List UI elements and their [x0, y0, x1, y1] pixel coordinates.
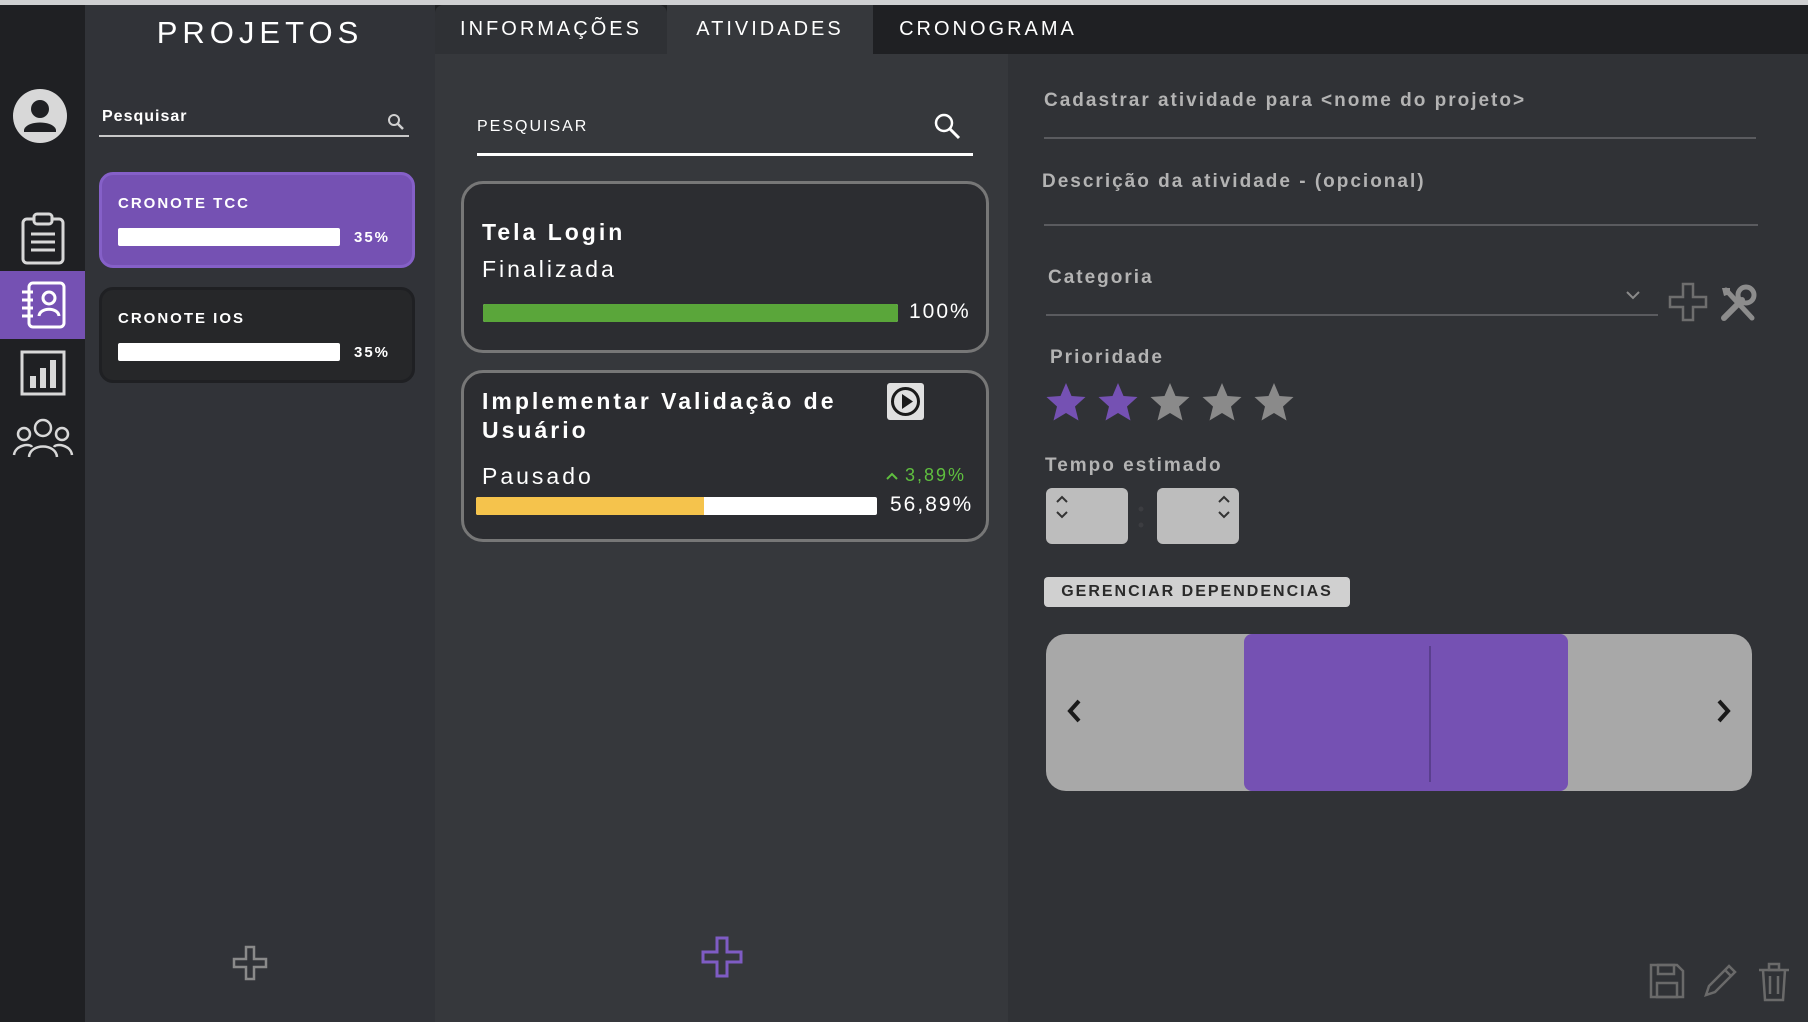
star-icon[interactable] [1096, 381, 1140, 423]
description-label: Descrição da atividade - (opcional) [1042, 171, 1426, 192]
projects-panel: PROJETOS Pesquisar CRONOTE TCC 35% CRONO… [85, 5, 435, 1022]
activity-progress-label: 56,89% [890, 493, 974, 516]
notebook-icon [21, 281, 65, 329]
play-button[interactable] [887, 383, 924, 420]
icon-sidebar [0, 5, 85, 1022]
chevron-left-icon[interactable] [1064, 696, 1084, 726]
edit-icon[interactable] [1701, 962, 1739, 1000]
sidebar-item-notebook[interactable] [0, 271, 85, 339]
priority-label: Prioridade [1050, 347, 1164, 368]
sidebar-item-reports[interactable] [0, 339, 85, 407]
chevron-down-icon[interactable] [1625, 290, 1641, 300]
star-icon[interactable] [1044, 381, 1088, 423]
activity-trend: 3,89% [885, 465, 966, 486]
team-icon [12, 418, 73, 458]
project-name: CRONOTE TCC [118, 195, 250, 212]
chevron-up-icon[interactable] [1055, 494, 1069, 504]
chevron-up-icon[interactable] [1217, 494, 1231, 504]
activity-status: Finalizada [482, 256, 617, 282]
carousel-divider [1429, 646, 1431, 782]
dependencies-carousel [1046, 634, 1752, 791]
activity-card-login[interactable]: Tela Login Finalizada 100% [461, 181, 989, 353]
activity-title: Tela Login [482, 219, 626, 245]
tab-cronograma[interactable]: CRONOGRAMA [873, 5, 1103, 54]
chevron-down-icon[interactable] [1055, 510, 1069, 520]
bar-chart-icon [20, 350, 65, 396]
project-search-placeholder: Pesquisar [102, 108, 188, 125]
add-project-icon[interactable] [232, 945, 268, 981]
priority-rating[interactable] [1044, 381, 1296, 423]
project-progress-bar [118, 228, 340, 246]
project-progress-bar [118, 343, 340, 361]
time-separator [1138, 506, 1144, 528]
sidebar-item-clipboard[interactable] [0, 205, 85, 273]
search-icon[interactable] [933, 112, 961, 140]
description-input[interactable] [1044, 224, 1758, 226]
activity-title-line1: Implementar Validação de [482, 388, 837, 414]
project-card-tcc[interactable]: CRONOTE TCC 35% [99, 172, 415, 268]
trash-icon[interactable] [1756, 962, 1792, 1002]
project-search-input[interactable]: Pesquisar [99, 97, 409, 137]
category-label: Categoria [1048, 267, 1154, 288]
tab-atividades[interactable]: ATIVIDADES [667, 5, 873, 54]
projects-title: PROJETOS [156, 15, 364, 50]
carousel-item[interactable] [1244, 634, 1568, 791]
star-icon[interactable] [1148, 381, 1192, 423]
search-icon[interactable] [387, 113, 405, 131]
clipboard-icon [21, 212, 64, 265]
user-avatar-icon[interactable] [12, 88, 68, 144]
star-icon[interactable] [1200, 381, 1244, 423]
tools-icon[interactable] [1718, 284, 1758, 324]
activity-progress-bar [476, 497, 877, 515]
activity-search-placeholder: PESQUISAR [477, 118, 589, 135]
tab-bar: INFORMAÇÕES ATIVIDADES CRONOGRAMA [435, 5, 1808, 54]
register-activity-label: Cadastrar atividade para <nome do projet… [1044, 90, 1527, 111]
activity-progress-label: 100% [909, 300, 971, 323]
project-name: CRONOTE IOS [118, 310, 246, 327]
activity-form-panel: Cadastrar atividade para <nome do projet… [1008, 54, 1808, 1022]
chevron-up-icon [886, 472, 898, 480]
project-progress-label: 35% [354, 344, 391, 361]
project-progress-label: 35% [354, 229, 391, 246]
add-category-icon[interactable] [1668, 282, 1708, 324]
activity-card-validacao[interactable]: Implementar Validação de Usuário Pausado… [461, 370, 989, 542]
sidebar-item-team[interactable] [0, 405, 85, 473]
chevron-right-icon[interactable] [1714, 696, 1734, 726]
register-activity-input[interactable] [1044, 137, 1756, 139]
category-select[interactable] [1046, 314, 1658, 316]
project-card-ios[interactable]: CRONOTE IOS 35% [99, 287, 415, 383]
tab-informacoes[interactable]: INFORMAÇÕES [435, 5, 667, 54]
activities-panel: PESQUISAR Tela Login Finalizada 100% Imp… [435, 54, 1008, 1022]
activity-title-line2: Usuário [482, 417, 589, 443]
add-activity-icon[interactable] [701, 936, 743, 978]
save-icon[interactable] [1648, 962, 1686, 1000]
activity-search-input[interactable]: PESQUISAR [477, 104, 973, 156]
manage-dependencies-button[interactable]: GERENCIAR DEPENDENCIAS [1044, 577, 1350, 607]
estimated-time-label: Tempo estimado [1045, 455, 1223, 476]
chevron-down-icon[interactable] [1217, 510, 1231, 520]
activity-trend-label: 3,89% [905, 465, 967, 485]
hours-stepper[interactable] [1046, 488, 1128, 544]
activity-status: Pausado [482, 463, 594, 489]
activity-progress-fill [476, 497, 705, 515]
minutes-stepper[interactable] [1157, 488, 1239, 544]
activity-progress-fill [483, 304, 898, 322]
star-icon[interactable] [1252, 381, 1296, 423]
activity-progress-bar [483, 304, 898, 322]
